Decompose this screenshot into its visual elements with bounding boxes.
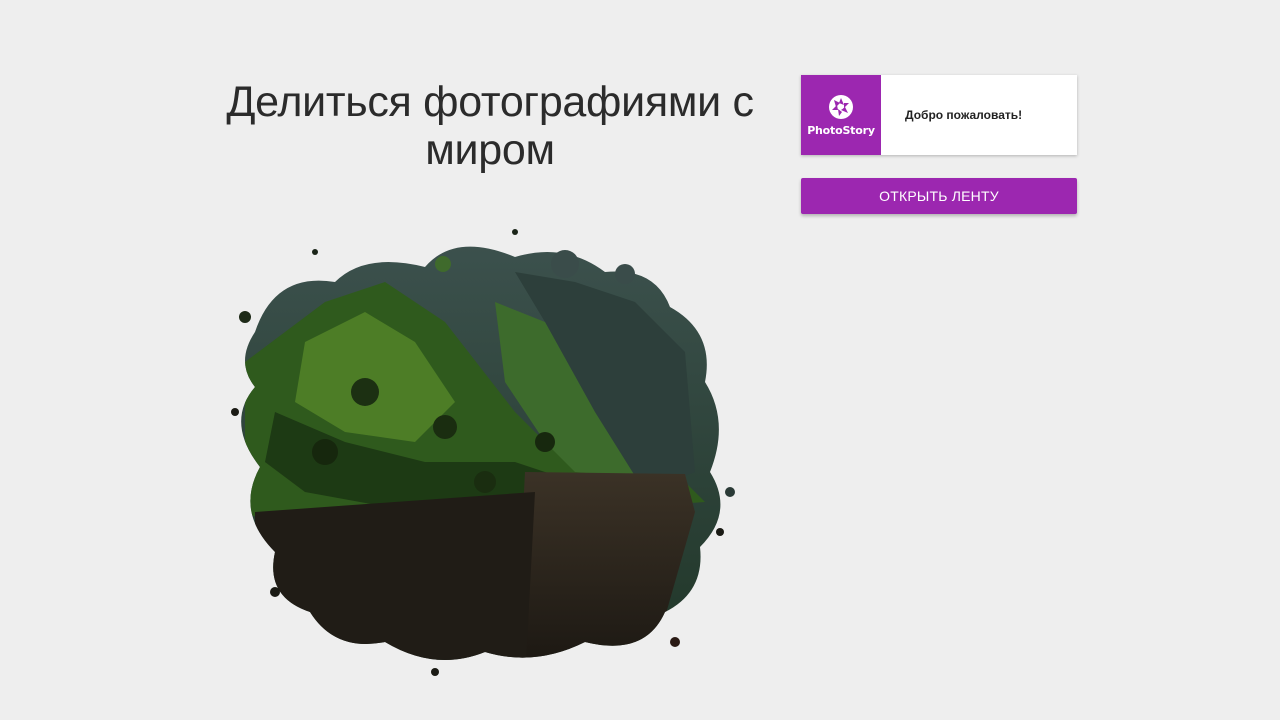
photostory-logo: PhotoStory xyxy=(801,75,881,155)
hero-title-line1: Делиться фотографиями с xyxy=(226,78,754,126)
camera-aperture-icon xyxy=(829,94,853,119)
hero-title: Делиться фотографиями с миром xyxy=(225,78,755,174)
welcome-card: PhotoStory Добро пожаловать! xyxy=(801,75,1077,155)
hero-title-line2: миром xyxy=(425,126,555,174)
logo-text: PhotoStory xyxy=(807,123,875,137)
open-feed-button[interactable]: ОТКРЫТЬ ЛЕНТУ xyxy=(801,178,1077,214)
mountain-landscape-image xyxy=(231,229,735,676)
welcome-greeting: Добро пожаловать! xyxy=(905,108,1023,122)
